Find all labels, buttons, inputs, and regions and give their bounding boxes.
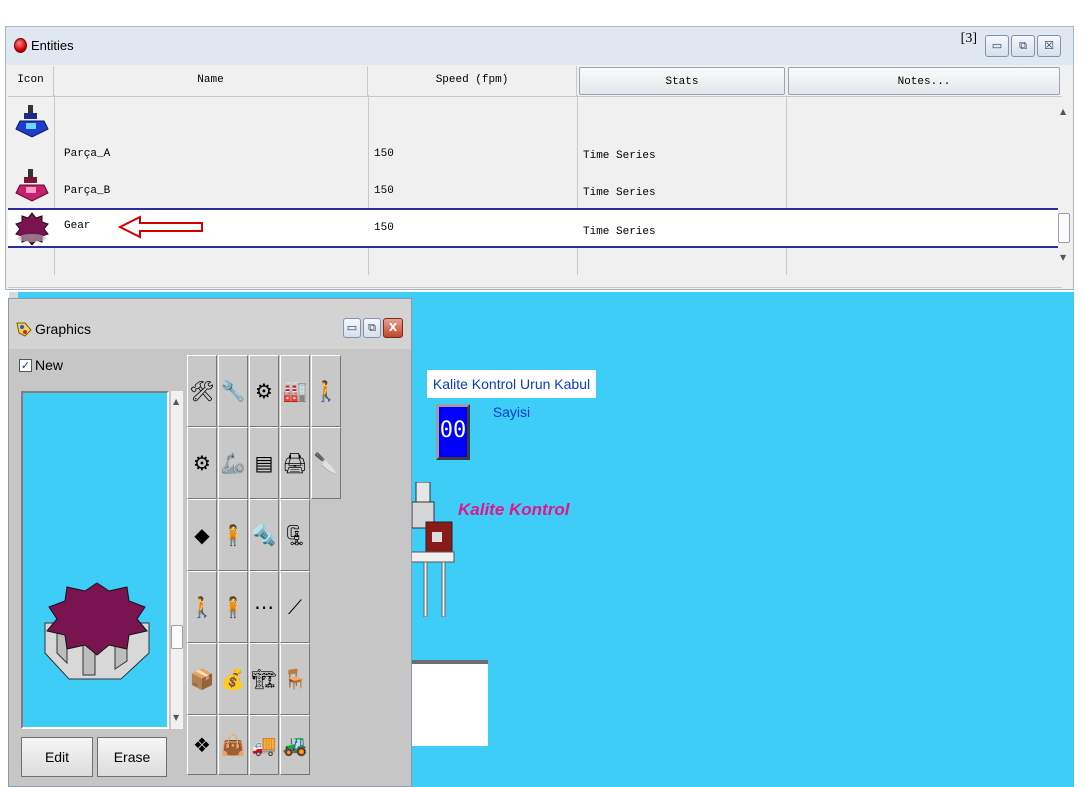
scroll-up-icon[interactable]: ▲ (1060, 107, 1066, 116)
worker-graphic-icon[interactable]: 🚶 (311, 355, 341, 427)
bag-graphic-icon[interactable]: 👜 (218, 715, 248, 775)
rack-graphic-icon[interactable]: ▤ (249, 427, 279, 499)
column-header-notes-button[interactable]: Notes... (788, 67, 1060, 95)
entities-table: Icon Name Speed (fpm) Stats Notes... Par… (8, 65, 1062, 288)
bench-graphic-icon[interactable]: ⟋ (280, 571, 310, 643)
gear-icon (15, 212, 49, 245)
scroll-down-icon[interactable]: ▼ (173, 713, 179, 722)
counter-label: Kalite Kontrol Urun Kabul Sayisi (427, 370, 596, 420)
graphics-titlebar[interactable]: Graphics ▭ ⧉ X (9, 299, 411, 349)
column-header-name: Name (54, 66, 368, 96)
desk-graphic-icon[interactable]: 🪑 (280, 643, 310, 715)
entity-name: Parça_B (64, 185, 111, 197)
close-button[interactable]: X (383, 318, 403, 338)
person-graphic-icon[interactable]: 🧍 (218, 499, 248, 571)
robot-arm-graphic-icon[interactable]: 🦾 (218, 427, 248, 499)
entity-speed: 150 (374, 222, 394, 234)
entities-scrollbar[interactable]: ▲ ▼ (1058, 103, 1071, 287)
column-header-icon: Icon (8, 66, 54, 96)
entity-speed: 150 (374, 185, 394, 197)
new-checkbox[interactable]: ✓ New (19, 357, 63, 373)
scroll-thumb[interactable] (171, 625, 183, 649)
conveyor-graphic-icon[interactable]: ⋯ (249, 571, 279, 643)
edit-button[interactable]: Edit (21, 737, 93, 777)
part-a-icon (15, 105, 49, 138)
entity-name: Gear (64, 220, 91, 232)
column-header-stats-button[interactable]: Stats (579, 67, 785, 95)
tool-graphic-icon[interactable]: 🗜 (280, 499, 310, 571)
entity-count: [3] (960, 31, 977, 46)
close-button[interactable]: ☒ (1037, 35, 1061, 57)
entity-speed: 150 (374, 148, 394, 160)
part-graphic-icon[interactable]: 🔩 (249, 499, 279, 571)
box-graphic-icon[interactable]: 📦 (187, 643, 217, 715)
truck-graphic-icon[interactable]: 🚚 (249, 715, 279, 775)
entity-stats: Time Series (583, 226, 656, 238)
part-b-icon (15, 169, 49, 202)
preview-scrollbar[interactable]: ▲ ▼ (171, 391, 183, 729)
press-graphic-icon[interactable]: ⚙ (249, 355, 279, 427)
cutter-graphic-icon[interactable]: 🔪 (311, 427, 341, 499)
scroll-thumb[interactable] (1058, 213, 1070, 243)
machine-graphic-icon[interactable]: 🏭 (280, 355, 310, 427)
entities-title: Entities (31, 38, 74, 53)
column-header-speed: Speed (fpm) (368, 66, 577, 96)
left-arrow-icon (118, 215, 203, 239)
person-standing-graphic-icon[interactable]: 🧍 (218, 571, 248, 643)
graphic-preview (21, 391, 169, 729)
mill-graphic-icon[interactable]: ⚙ (187, 427, 217, 499)
drill-graphic-icon[interactable]: 🔧 (218, 355, 248, 427)
restore-button[interactable]: ⧉ (363, 318, 381, 338)
cnc-graphic-icon[interactable]: 🖨 (280, 427, 310, 499)
pallet-graphic-icon[interactable]: 🏗 (249, 643, 279, 715)
gear-preview-icon (44, 582, 150, 680)
entities-titlebar[interactable]: Entities [3] ▭ ⧉ ☒ (6, 27, 1073, 65)
scroll-up-icon[interactable]: ▲ (173, 397, 179, 406)
station-label: Kalite Kontrol (458, 500, 570, 519)
entities-window: Entities [3] ▭ ⧉ ☒ Icon Name Speed (fpm)… (5, 26, 1074, 290)
entity-stats: Time Series (583, 187, 656, 199)
new-label: New (35, 357, 64, 373)
quality-station-icon[interactable] (410, 482, 455, 617)
forklift-graphic-icon[interactable]: 🚜 (280, 715, 310, 775)
graphics-window: Graphics ▭ ⧉ X ✓ New ▲ ▼ Edit Erase 🛠 🔧 (8, 298, 412, 787)
plate-graphic-icon[interactable]: ◆ (187, 499, 217, 571)
checkbox-check-icon[interactable]: ✓ (19, 358, 32, 372)
white-panel (410, 660, 488, 746)
erase-button[interactable]: Erase (97, 737, 167, 777)
paint-palette-icon (16, 322, 32, 337)
minimize-button[interactable]: ▭ (985, 35, 1009, 57)
graphics-title: Graphics (35, 321, 92, 337)
restore-button[interactable]: ⧉ (1011, 35, 1035, 57)
entities-app-icon (14, 38, 27, 53)
person-walking-graphic-icon[interactable]: 🚶 (187, 571, 217, 643)
minimize-button[interactable]: ▭ (343, 318, 361, 338)
entity-stats: Time Series (583, 150, 656, 162)
sack-graphic-icon[interactable]: 💰 (218, 643, 248, 715)
counter-display[interactable]: 00 (436, 404, 470, 460)
lathe-graphic-icon[interactable]: 🛠 (187, 355, 217, 427)
crate-graphic-icon[interactable]: ❖ (187, 715, 217, 775)
entity-name: Parça_A (64, 148, 111, 160)
scroll-down-icon[interactable]: ▼ (1060, 253, 1066, 262)
